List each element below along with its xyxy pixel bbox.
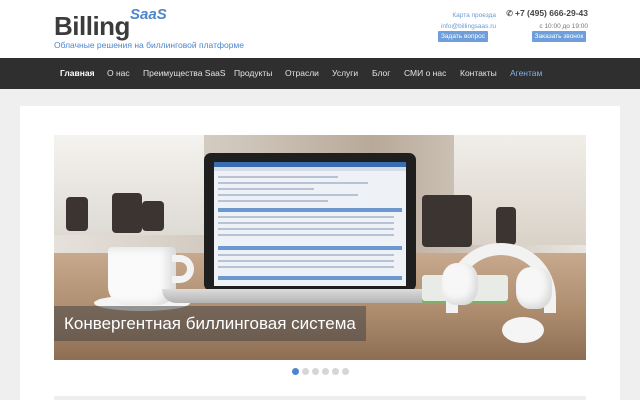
nav-item-agents[interactable]: Агентам (510, 58, 542, 89)
slider-dot[interactable] (342, 368, 349, 375)
logo-accent-text: SaaS (130, 6, 167, 23)
site-logo[interactable]: Billing SaaS Облачные решения на биллинг… (54, 6, 245, 52)
nav-item-home[interactable]: Главная (60, 58, 95, 89)
slider-dot[interactable] (332, 368, 339, 375)
app-row-image (218, 222, 394, 224)
app-panel-image (218, 208, 402, 212)
app-row-image (218, 182, 368, 184)
phone-text: +7 (495) 666-29-43 (514, 8, 588, 18)
slider-dot[interactable] (292, 368, 299, 375)
contact-block: ✆ +7 (495) 666-29-43 с 10:00 до 19:00 (500, 8, 588, 30)
laptop-base-image (162, 289, 460, 303)
slider-dot[interactable] (312, 368, 319, 375)
app-row-image (218, 188, 314, 190)
nav-item-industries[interactable]: Отрасли (285, 58, 319, 89)
nav-item-media[interactable]: СМИ о нас (404, 58, 446, 89)
app-row-image (218, 200, 328, 202)
app-row-image (218, 194, 358, 196)
app-row-image (218, 234, 394, 236)
site-header: Billing SaaS Облачные решения на биллинг… (0, 0, 640, 58)
headphone-earcup-image (516, 267, 552, 309)
ask-question-button[interactable]: Задать вопрос (438, 31, 488, 42)
slide-window-right (454, 135, 586, 245)
app-row-image (218, 176, 338, 178)
slide-chair (496, 207, 516, 245)
map-link[interactable]: Карта проезда (430, 10, 496, 21)
slider-dot[interactable] (302, 368, 309, 375)
phone-icon: ✆ (506, 9, 513, 18)
logo-main-text: Billing (54, 11, 130, 41)
main-nav: Главная О нас Преимущества SaaS Продукты… (0, 58, 640, 89)
slide-chair (66, 197, 88, 231)
app-row-image (218, 266, 394, 268)
next-section (54, 396, 586, 400)
slide-chair (112, 193, 142, 233)
slider-pagination (292, 368, 352, 376)
phone-number: ✆ +7 (495) 666-29-43 (500, 8, 588, 18)
nav-item-products[interactable]: Продукты (234, 58, 272, 89)
app-panel-image (218, 276, 402, 280)
slide-chair (142, 201, 164, 231)
app-row-image (218, 260, 394, 262)
app-row-image (218, 254, 394, 256)
request-call-button[interactable]: Заказать звонок (532, 31, 586, 42)
headphone-earcup-image (442, 263, 478, 305)
nav-item-contacts[interactable]: Контакты (460, 58, 497, 89)
mouse-image (502, 317, 544, 343)
nav-item-saas-benefits[interactable]: Преимущества SaaS (143, 58, 226, 89)
nav-item-about[interactable]: О нас (107, 58, 130, 89)
nav-item-services[interactable]: Услуги (332, 58, 358, 89)
working-hours: с 10:00 до 19:00 (539, 23, 588, 30)
laptop-display-image (214, 162, 406, 286)
slide-chair (422, 195, 472, 247)
slide-caption: Конвергентная биллинговая система (54, 306, 366, 341)
app-toolbar-image (214, 167, 406, 171)
header-links: Карта проезда info@billingsaas.ru (430, 10, 496, 32)
slider-dot[interactable] (322, 368, 329, 375)
app-panel-image (218, 246, 402, 250)
site-tagline: Облачные решения на биллинговой платформ… (54, 40, 245, 50)
app-row-image (218, 228, 394, 230)
nav-item-blog[interactable]: Блог (372, 58, 390, 89)
app-row-image (218, 216, 394, 218)
